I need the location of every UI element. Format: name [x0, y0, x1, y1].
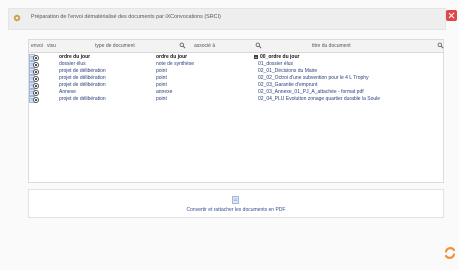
gear-icon [13, 14, 21, 22]
row-type: projet de délibération [59, 96, 106, 102]
row-assoc: point [156, 96, 167, 102]
table-row: projet de délibération point 02_01_Décis… [29, 68, 443, 75]
row-titre: 02_04_PLU Evolution zonage quartier dura… [258, 96, 381, 102]
dialog-title: Préparation de l'envoi dématérialisé des… [31, 14, 221, 20]
table-row: projet de délibération point 02_03_Garan… [29, 82, 443, 89]
column-header-titre[interactable]: titre du document [312, 43, 351, 49]
column-header-envoi[interactable]: envoi [31, 43, 43, 49]
row-titre: 00_ordre du jour [260, 54, 300, 60]
table-row: dossier élus note de synthèse 01_dossier… [29, 61, 443, 68]
row-assoc: point [156, 82, 167, 88]
column-header-type[interactable]: type de document [95, 43, 135, 49]
row-assoc: point [156, 75, 167, 81]
table-row: ordre du jour ordre du jour 00_ordre du … [29, 54, 443, 61]
magnifier-icon[interactable] [255, 42, 262, 49]
row-titre: 02_03_Annexe_01_PJ_A_attachée - format p… [258, 89, 364, 95]
row-type: projet de délibération [59, 82, 106, 88]
table-header: envoi visu type de document associé à ti… [29, 40, 444, 53]
row-titre: 02_02_Octroi d'une subvention pour le 4 … [258, 75, 369, 81]
close-button[interactable] [446, 10, 457, 21]
send-radio[interactable] [33, 97, 39, 103]
magnifier-icon[interactable] [179, 42, 186, 49]
magnifier-icon[interactable] [437, 42, 444, 49]
row-type: Annexe [59, 89, 76, 95]
table-row: Annexe annexe 02_03_Annexe_01_PJ_A_attac… [29, 89, 443, 96]
row-type: projet de délibération [59, 68, 106, 74]
documents-table: envoi visu type de document associé à ti… [28, 39, 444, 183]
row-assoc: note de synthèse [156, 61, 195, 67]
row-assoc: ordre du jour [156, 54, 188, 60]
column-header-assoc[interactable]: associé à [194, 43, 215, 49]
row-assoc: annexe [156, 89, 173, 95]
row-type: projet de délibération [59, 75, 106, 81]
column-header-visu[interactable]: visu [47, 43, 56, 49]
dialog-title-bar: Préparation de l'envoi dématérialisé des… [8, 8, 446, 30]
convert-pdf-label: Convertir et rattacher les documents en … [186, 207, 286, 213]
row-assoc: point [156, 68, 167, 74]
table-row: projet de délibération point 02_04_PLU E… [29, 96, 443, 103]
document-icon [232, 196, 239, 204]
refresh-icon[interactable] [443, 246, 457, 260]
convert-pdf-button[interactable]: Convertir et rattacher les documents en … [28, 189, 444, 218]
row-type: ordre du jour [59, 54, 91, 60]
row-titre: 02_01_Décisions du Maire [258, 68, 318, 74]
row-titre: 01_dossier élus [258, 61, 294, 67]
row-type: dossier élus [59, 61, 86, 67]
dropdown-icon[interactable] [254, 55, 258, 59]
table-row: projet de délibération point 02_02_Octro… [29, 75, 443, 82]
row-titre: 02_03_Garantie d'emprunt [258, 82, 318, 88]
dialog-window: Préparation de l'envoi dématérialisé des… [0, 0, 459, 270]
